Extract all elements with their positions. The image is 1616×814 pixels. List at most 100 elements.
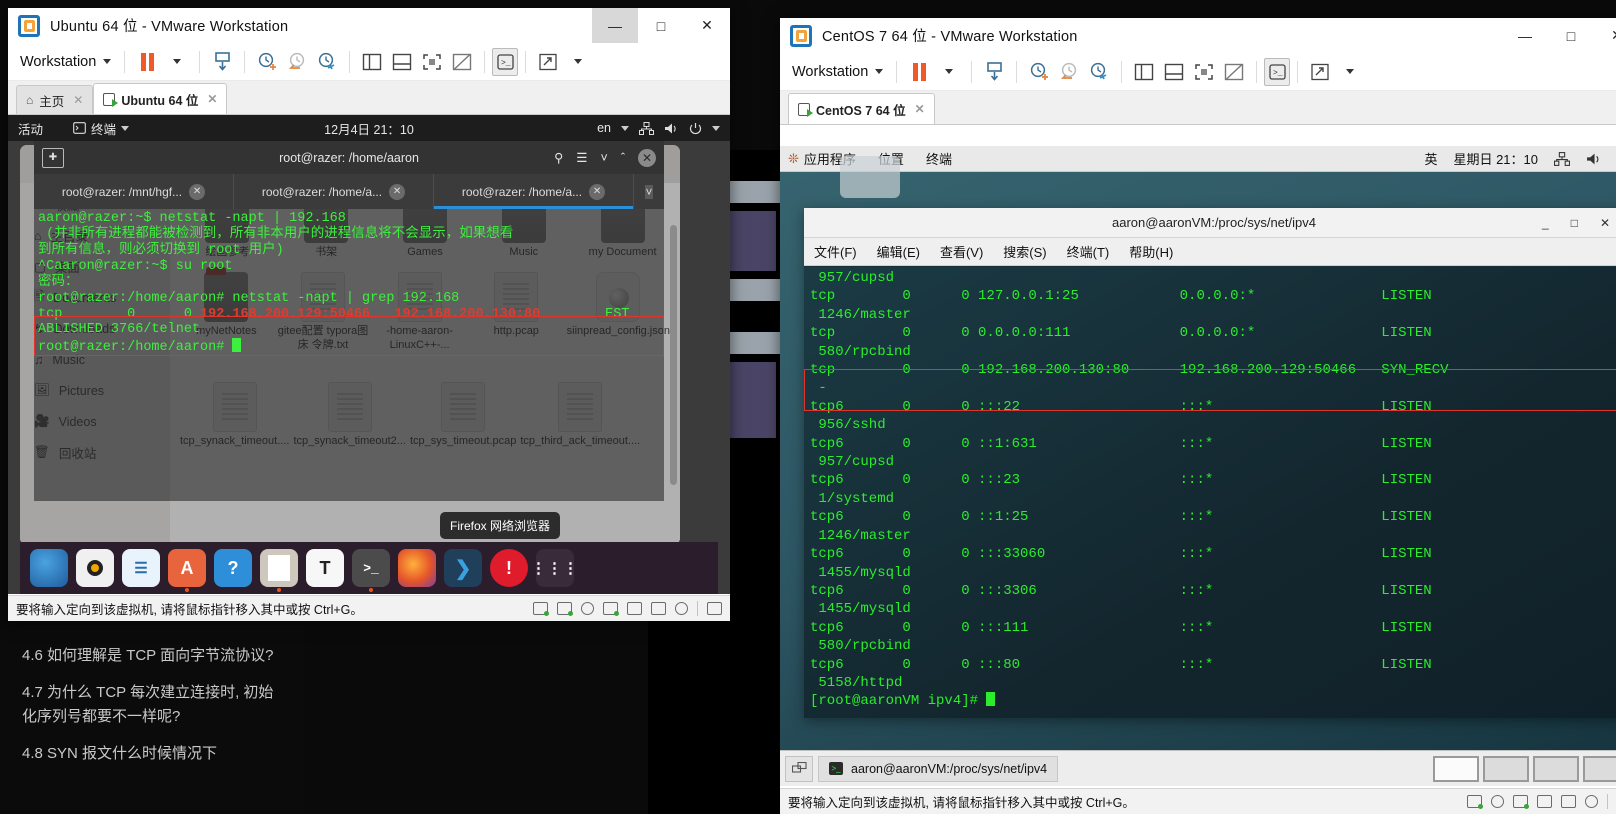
console-split-icon[interactable] bbox=[1159, 58, 1189, 86]
gnome-system-tray[interactable]: en bbox=[597, 121, 720, 135]
input-source-indicator[interactable]: en bbox=[597, 121, 611, 135]
terminal-icon[interactable]: >_ bbox=[352, 549, 390, 587]
gnome-clock[interactable]: 12月4日 21：10 bbox=[324, 119, 414, 138]
search-icon[interactable]: ⚲ bbox=[554, 150, 563, 165]
new-tab-icon[interactable]: ✚ bbox=[42, 147, 64, 168]
chevron-up-icon[interactable]: ˆ bbox=[621, 151, 625, 165]
fullscreen-icon[interactable] bbox=[1305, 58, 1335, 86]
menu-terminal[interactable]: 终端 bbox=[926, 149, 952, 168]
menu-terminal[interactable]: 终端(T) bbox=[1067, 242, 1110, 261]
display-icon[interactable] bbox=[707, 602, 722, 615]
printer-icon[interactable] bbox=[1537, 795, 1552, 808]
centos-taskbar[interactable]: >_ aaron@aaronVM:/proc/sys/net/ipv4 bbox=[780, 750, 1616, 786]
workspace-4[interactable] bbox=[1583, 755, 1616, 782]
no-display-icon[interactable] bbox=[447, 48, 477, 76]
thunderbird-icon[interactable] bbox=[30, 549, 68, 587]
error-icon[interactable]: ! bbox=[490, 549, 528, 587]
terminal-tab-2[interactable]: root@razer: /home/a... ✕ bbox=[234, 174, 434, 209]
terminal-tab-3[interactable]: root@razer: /home/a... ✕ bbox=[434, 174, 634, 209]
terminal-prompt[interactable]: [root@aaronVM ipv4]# bbox=[810, 692, 1616, 710]
maximize-button[interactable]: □ bbox=[638, 8, 684, 43]
menu-search[interactable]: 搜索(S) bbox=[1003, 242, 1046, 261]
cdrom-icon[interactable] bbox=[1491, 795, 1504, 808]
hard-disk-icon[interactable] bbox=[1467, 795, 1483, 809]
gnome-terminal-output[interactable]: aaron@razer:~$ netstat -napt | 192.168 (… bbox=[34, 209, 664, 501]
hamburger-menu-icon[interactable]: ☰ bbox=[576, 150, 587, 165]
centos-terminal-window[interactable]: aaron@aaronVM:/proc/sys/net/ipv4 _ □ ✕ 文… bbox=[804, 208, 1616, 718]
workspace-2[interactable] bbox=[1483, 755, 1529, 782]
usb-icon[interactable] bbox=[1585, 795, 1598, 808]
input-source-indicator[interactable]: 英 bbox=[1424, 149, 1437, 168]
network-adapter-icon[interactable] bbox=[603, 602, 619, 616]
unity-mode-icon[interactable]: >_ bbox=[492, 47, 519, 76]
tab-centos-vm[interactable]: CentOS 7 64 位 ✕ bbox=[788, 93, 935, 124]
ubuntu-guest-screen[interactable]: 活动 终端 12月4日 21：10 en ✚ root@razer: /home… bbox=[8, 115, 730, 594]
text-editor-icon[interactable]: T bbox=[306, 549, 344, 587]
fullscreen-dropdown-icon[interactable] bbox=[1335, 58, 1365, 86]
show-desktop-icon[interactable] bbox=[785, 755, 813, 782]
activities-button[interactable]: 活动 bbox=[18, 119, 43, 138]
snapshot-add-icon[interactable] bbox=[252, 48, 282, 76]
close-button[interactable]: ✕ bbox=[1600, 216, 1610, 230]
minimize-button[interactable]: — bbox=[592, 8, 638, 43]
pause-icon[interactable] bbox=[132, 48, 162, 76]
close-button[interactable]: ✕ bbox=[1594, 18, 1616, 53]
centos-vmware-window[interactable]: CentOS 7 64 位 - VMware Workstation — □ ✕… bbox=[780, 18, 1616, 814]
pause-dropdown-icon[interactable] bbox=[934, 58, 964, 86]
fit-guest-icon[interactable] bbox=[1189, 58, 1219, 86]
gnome-terminal-window[interactable]: ✚ root@razer: /home/aaron ⚲ ☰ ˅ ˆ ✕ root… bbox=[34, 141, 664, 501]
fit-guest-icon[interactable] bbox=[417, 48, 447, 76]
usb-icon[interactable] bbox=[675, 602, 688, 615]
hard-disk-2-icon[interactable] bbox=[557, 602, 573, 616]
files-icon[interactable] bbox=[260, 549, 298, 587]
maximize-button[interactable]: □ bbox=[1571, 216, 1578, 230]
help-icon[interactable]: ? bbox=[214, 549, 252, 587]
centos-terminal-output[interactable]: 957/cupsd tcp 0 0 127.0.0.1:25 0.0.0.0:* … bbox=[804, 267, 1616, 718]
close-icon[interactable]: ✕ bbox=[389, 183, 406, 200]
rhythmbox-icon[interactable] bbox=[76, 549, 114, 587]
workstation-menu-button[interactable]: Workstation bbox=[786, 64, 889, 80]
menu-edit[interactable]: 编辑(E) bbox=[877, 242, 920, 261]
vscode-icon[interactable]: ❯ bbox=[444, 549, 482, 587]
chevron-down-icon[interactable]: ˅ bbox=[601, 151, 608, 165]
taskbar-item-terminal[interactable]: >_ aaron@aaronVM:/proc/sys/net/ipv4 bbox=[818, 755, 1059, 782]
terminal-tab-1[interactable]: root@razer: /mnt/hgf... ✕ bbox=[34, 174, 234, 209]
desktop-folder-icon[interactable] bbox=[840, 156, 900, 198]
no-display-icon[interactable] bbox=[1219, 58, 1249, 86]
fullscreen-dropdown-icon[interactable] bbox=[563, 48, 593, 76]
unity-mode-icon[interactable]: >_ bbox=[1264, 57, 1291, 86]
terminal-tab-overflow-icon[interactable]: ˅ bbox=[634, 174, 664, 209]
tab-close-icon[interactable]: ✕ bbox=[73, 93, 83, 107]
ubuntu-vmware-window[interactable]: Ubuntu 64 位 - VMware Workstation — □ ✕ W… bbox=[8, 8, 730, 621]
sound-card-icon[interactable] bbox=[651, 602, 666, 615]
close-icon[interactable]: ✕ bbox=[589, 183, 606, 200]
ubuntu-software-icon[interactable]: A bbox=[168, 549, 206, 587]
sound-card-icon[interactable] bbox=[1561, 795, 1576, 808]
hard-disk-icon[interactable] bbox=[533, 602, 549, 616]
menu-file[interactable]: 文件(F) bbox=[814, 242, 857, 261]
centos-clock[interactable]: 星期日 21：10 bbox=[1453, 149, 1538, 168]
network-adapter-icon[interactable] bbox=[1513, 795, 1529, 809]
printer-icon[interactable] bbox=[627, 602, 642, 615]
pause-dropdown-icon[interactable] bbox=[162, 48, 192, 76]
minimize-button[interactable]: _ bbox=[1542, 216, 1549, 230]
snapshot-manager-icon[interactable] bbox=[1084, 58, 1114, 86]
sidebar-toggle-icon[interactable] bbox=[357, 48, 387, 76]
tab-home[interactable]: ⌂ 主页 ✕ bbox=[16, 85, 94, 114]
console-split-icon[interactable] bbox=[387, 48, 417, 76]
cdrom-icon[interactable] bbox=[581, 602, 594, 615]
send-ctrl-alt-del-icon[interactable] bbox=[207, 48, 237, 76]
ubuntu-dock[interactable]: ☰ A ? T >_ ❯ ! ⋮⋮⋮ bbox=[20, 542, 718, 594]
snapshot-manager-icon[interactable] bbox=[312, 48, 342, 76]
close-icon[interactable]: ✕ bbox=[189, 183, 206, 200]
tab-close-icon[interactable]: ✕ bbox=[207, 92, 217, 106]
snapshot-add-icon[interactable] bbox=[1024, 58, 1054, 86]
menu-help[interactable]: 帮助(H) bbox=[1129, 242, 1173, 261]
send-ctrl-alt-del-icon[interactable] bbox=[979, 58, 1009, 86]
app-menu-terminal[interactable]: 终端 bbox=[73, 119, 130, 138]
sidebar-toggle-icon[interactable] bbox=[1129, 58, 1159, 86]
libreoffice-writer-icon[interactable]: ☰ bbox=[122, 549, 160, 587]
firefox-icon[interactable] bbox=[398, 549, 436, 587]
file-manager-scrollbar[interactable] bbox=[670, 225, 677, 485]
show-applications-icon[interactable]: ⋮⋮⋮ bbox=[531, 549, 578, 587]
